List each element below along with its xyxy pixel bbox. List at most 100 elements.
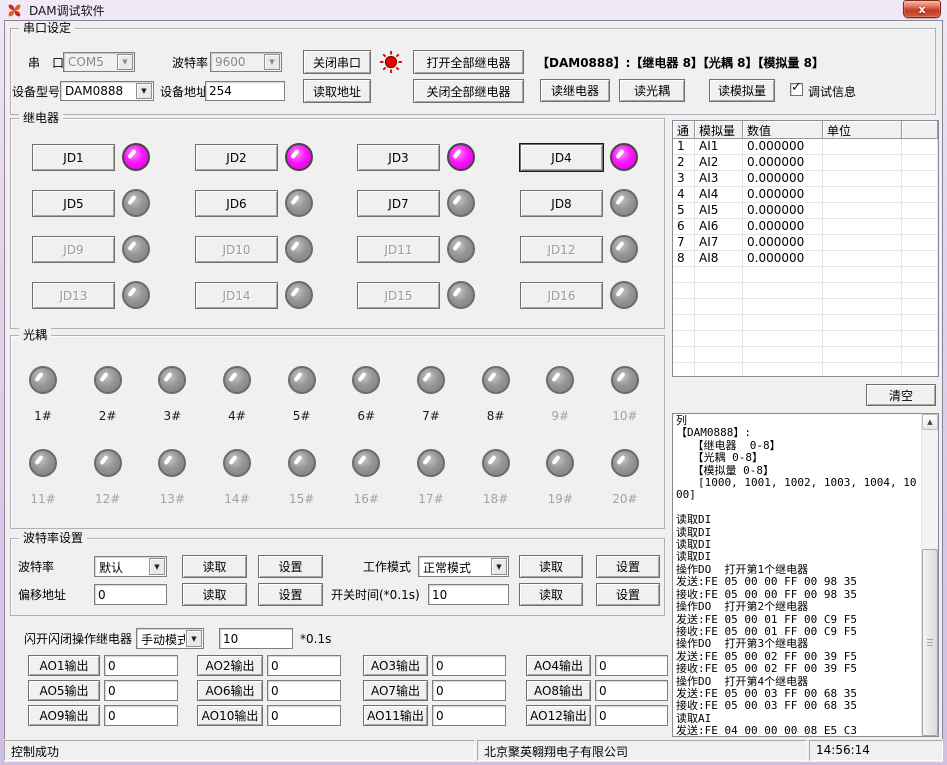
ao6-value-input[interactable] [267, 680, 341, 701]
baud-rate-combo[interactable]: 默认 ▼ [94, 556, 167, 577]
ao3-value-input[interactable] [432, 655, 506, 676]
table-header-unit[interactable]: 单位 [823, 121, 902, 139]
table-row[interactable]: 6AI60.000000 [673, 219, 938, 235]
relay-button-jd16: JD16 [520, 282, 603, 309]
table-row[interactable]: 1AI10.000000 [673, 139, 938, 155]
ao7-value-input[interactable] [432, 680, 506, 701]
table-header-channel[interactable]: 通 [673, 121, 695, 139]
opto-led-8 [482, 366, 510, 394]
opto-label: 3# [163, 409, 181, 423]
opto-label: 13# [160, 492, 185, 506]
ao11-value-input[interactable] [432, 705, 506, 726]
ao10-output-button[interactable]: AO10输出 [197, 705, 263, 726]
baud-rate-label: 波特率 [18, 560, 54, 574]
baud-set-button[interactable]: 设置 [258, 555, 323, 578]
ao2-value-input[interactable] [267, 655, 341, 676]
clear-log-button[interactable]: 清空 [866, 384, 936, 406]
ao9-value-input[interactable] [104, 705, 178, 726]
work-mode-read-button[interactable]: 读取 [519, 555, 583, 578]
relay-button-jd5[interactable]: JD5 [32, 190, 115, 217]
ao10-value-input[interactable] [267, 705, 341, 726]
scroll-up-icon[interactable]: ▲ [922, 414, 938, 430]
relay-button-jd2[interactable]: JD2 [195, 144, 278, 171]
model-combo[interactable]: DAM0888 ▼ [60, 81, 154, 101]
ao2-output-button[interactable]: AO2输出 [197, 655, 263, 676]
work-mode-combo[interactable]: 正常模式 ▼ [418, 556, 509, 577]
read-relays-button[interactable]: 读继电器 [540, 79, 610, 102]
relay-button-jd4[interactable]: JD4 [520, 144, 603, 171]
work-mode-set-button[interactable]: 设置 [596, 555, 660, 578]
table-row[interactable]: 5AI50.000000 [673, 203, 938, 219]
close-button[interactable]: x [903, 0, 941, 18]
log-panel: 列 【DAM0888】: 【继电器 0-8】 【光耦 0-8】 【模拟量 0-8… [672, 413, 939, 737]
opto-led-6 [352, 366, 380, 394]
table-row[interactable]: 4AI40.000000 [673, 187, 938, 203]
read-address-button[interactable]: 读取地址 [303, 79, 371, 103]
address-input[interactable] [205, 81, 285, 101]
table-row[interactable]: 2AI20.000000 [673, 155, 938, 171]
read-opto-button[interactable]: 读光耦 [619, 79, 685, 102]
ao1-value-input[interactable] [104, 655, 178, 676]
ao5-output-button[interactable]: AO5输出 [28, 680, 100, 701]
log-scrollbar[interactable]: ▲ [921, 414, 938, 736]
offset-address-input[interactable] [94, 584, 167, 605]
device-info-text: 【DAM0888】:【继电器 8】【光耦 8】【模拟量 8】 [537, 56, 824, 70]
ao8-output-button[interactable]: AO8输出 [526, 680, 591, 701]
ao8-value-input[interactable] [595, 680, 668, 701]
ao11-output-button[interactable]: AO11输出 [363, 705, 428, 726]
close-serial-button[interactable]: 关闭串口 [303, 50, 371, 74]
debug-info-checkbox[interactable]: ✓ [790, 83, 803, 96]
opto-label: 20# [612, 492, 637, 506]
serial-open-led-icon [379, 50, 403, 74]
switch-time-set-button[interactable]: 设置 [596, 583, 660, 606]
relay-button-jd3[interactable]: JD3 [357, 144, 440, 171]
chevron-down-icon: ▼ [149, 558, 165, 575]
relay-button-jd9: JD9 [32, 236, 115, 263]
ao12-output-button[interactable]: AO12输出 [526, 705, 591, 726]
analog-table-header: 通 模拟量 数值 单位 [673, 121, 938, 139]
ao4-output-button[interactable]: AO4输出 [526, 655, 591, 676]
open-all-relays-button[interactable]: 打开全部继电器 [413, 50, 524, 74]
ao1-output-button[interactable]: AO1输出 [28, 655, 100, 676]
relay-button-jd6[interactable]: JD6 [195, 190, 278, 217]
flash-mode-combo[interactable]: 手动模式 ▼ [136, 628, 204, 649]
app-icon [7, 3, 22, 18]
relay-button-jd14: JD14 [195, 282, 278, 309]
ao4-value-input[interactable] [595, 655, 668, 676]
close-all-relays-button[interactable]: 关闭全部继电器 [413, 79, 524, 103]
table-header-extra[interactable] [902, 121, 938, 139]
table-header-analog[interactable]: 模拟量 [695, 121, 743, 139]
port-combo[interactable]: COM5 ▼ [63, 52, 135, 72]
ao12-value-input[interactable] [595, 705, 668, 726]
ao6-output-button[interactable]: AO6输出 [197, 680, 263, 701]
opto-label: 17# [418, 492, 443, 506]
scroll-thumb[interactable] [922, 549, 938, 736]
scroll-grip-icon [927, 639, 933, 647]
offset-read-button[interactable]: 读取 [182, 583, 247, 606]
ao5-value-input[interactable] [104, 680, 178, 701]
read-analog-button[interactable]: 读模拟量 [709, 79, 775, 102]
model-label: 设备型号 [12, 85, 60, 99]
switch-time-read-button[interactable]: 读取 [519, 583, 583, 606]
flash-time-input[interactable] [219, 628, 293, 649]
opto-label: 7# [422, 409, 440, 423]
switch-time-input[interactable] [428, 584, 509, 605]
ao3-output-button[interactable]: AO3输出 [363, 655, 428, 676]
opto-label: 15# [289, 492, 314, 506]
table-header-value[interactable]: 数值 [743, 121, 823, 139]
log-output[interactable]: 列 【DAM0888】: 【继电器 0-8】 【光耦 0-8】 【模拟量 0-8… [676, 415, 920, 737]
table-row[interactable]: 8AI80.000000 [673, 251, 938, 267]
table-row[interactable]: 7AI70.000000 [673, 235, 938, 251]
baud-combo[interactable]: 9600 ▼ [210, 52, 282, 72]
ao7-output-button[interactable]: AO7输出 [363, 680, 428, 701]
relay-button-jd8[interactable]: JD8 [520, 190, 603, 217]
offset-set-button[interactable]: 设置 [258, 583, 323, 606]
table-row[interactable]: 3AI30.000000 [673, 171, 938, 187]
relay-button-jd1[interactable]: JD1 [32, 144, 115, 171]
switch-time-label: 开关时间(*0.1s) [331, 588, 420, 602]
ao9-output-button[interactable]: AO9输出 [28, 705, 100, 726]
status-bar: 控制成功 北京聚英翱翔电子有限公司 14:56:14 [4, 739, 943, 762]
baud-read-button[interactable]: 读取 [182, 555, 247, 578]
relay-button-jd7[interactable]: JD7 [357, 190, 440, 217]
table-row-empty [673, 315, 938, 331]
